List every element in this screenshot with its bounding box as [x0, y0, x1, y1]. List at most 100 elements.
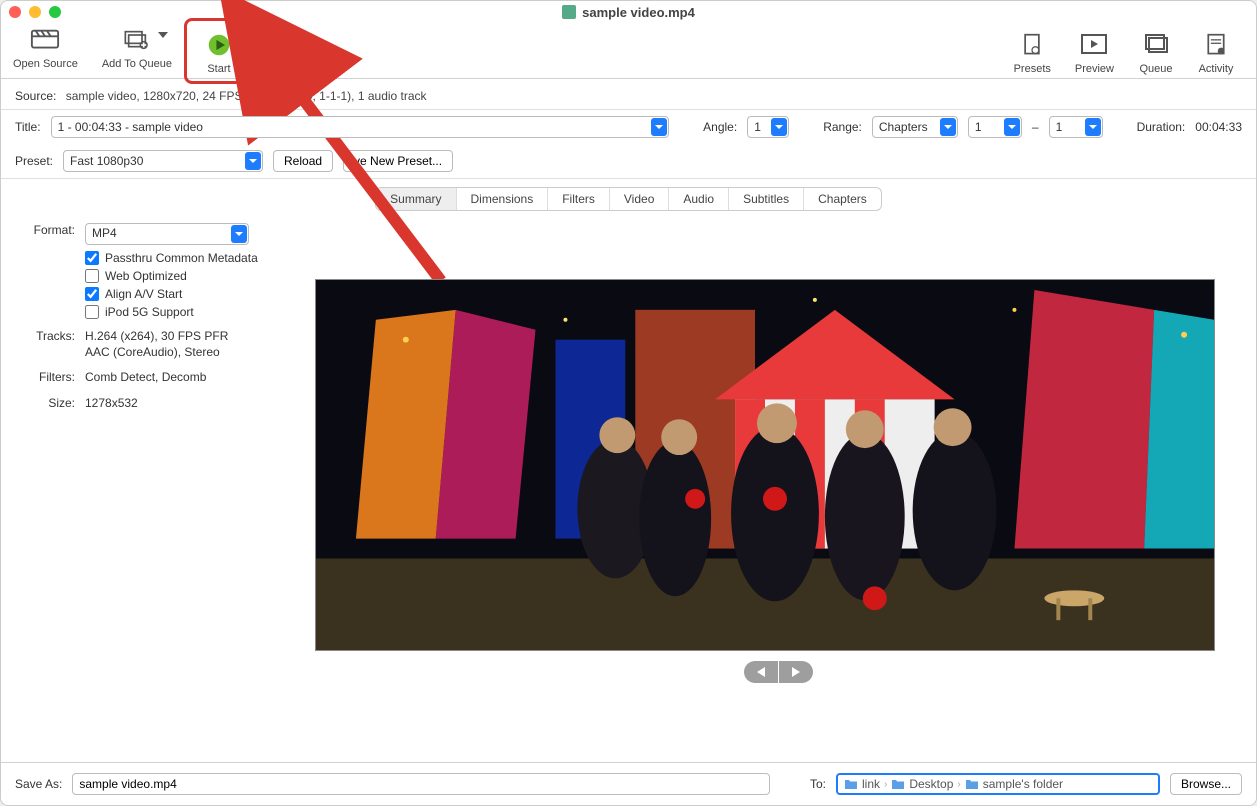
preset-select[interactable]: Fast 1080p30	[63, 150, 263, 172]
web-optimized-checkbox[interactable]: Web Optimized	[85, 269, 285, 283]
folder-icon	[891, 778, 905, 790]
tracks-label: Tracks:	[15, 329, 75, 360]
chevron-updown-icon	[771, 118, 787, 136]
chevron-updown-icon	[1004, 118, 1020, 136]
tab-audio[interactable]: Audio	[669, 188, 729, 210]
range-dash: –	[1032, 120, 1039, 134]
window-title: sample video.mp4	[1, 5, 1256, 20]
images-plus-icon	[119, 26, 155, 54]
title-label: Title:	[15, 120, 41, 134]
activity-button[interactable]: Activity	[1186, 23, 1246, 79]
tab-dimensions[interactable]: Dimensions	[457, 188, 549, 210]
queue-button[interactable]: Queue	[1126, 23, 1186, 79]
web-optimized-label: Web Optimized	[105, 269, 187, 283]
title-select-value: 1 - 00:04:33 - sample video	[58, 120, 203, 134]
log-icon	[1198, 31, 1234, 59]
format-value: MP4	[92, 226, 117, 242]
title-select[interactable]: 1 - 00:04:33 - sample video	[51, 116, 670, 138]
path-seg-1: Desktop	[909, 777, 953, 791]
title-row: Title: 1 - 00:04:33 - sample video Angle…	[1, 110, 1256, 144]
pause-button[interactable]: ause	[254, 18, 314, 74]
open-source-button[interactable]: Open Source	[1, 18, 90, 74]
passthru-label: Passthru Common Metadata	[105, 251, 258, 265]
main-content: Format: MP4 Passthru Common Metadata Web…	[1, 219, 1256, 687]
presets-label: Presets	[1014, 63, 1051, 75]
preset-row: Preset: Fast 1080p30 Reload ve New Prese…	[1, 144, 1256, 179]
preview-nav	[315, 661, 1242, 683]
tab-video[interactable]: Video	[610, 188, 669, 210]
filters-value: Comb Detect, Decomb	[85, 370, 285, 386]
folder-icon	[844, 778, 858, 790]
clapperboard-icon	[27, 26, 63, 54]
preset-value: Fast 1080p30	[70, 154, 143, 168]
video-preview	[315, 279, 1215, 651]
chevron-updown-icon	[940, 118, 956, 136]
ipod-checkbox[interactable]: iPod 5G Support	[85, 305, 285, 319]
start-button[interactable]: Start	[189, 23, 249, 79]
tab-summary[interactable]: Summary	[376, 188, 456, 210]
size-value: 1278x532	[85, 396, 285, 412]
filters-label: Filters:	[15, 370, 75, 386]
tab-filters[interactable]: Filters	[548, 188, 610, 210]
angle-select[interactable]: 1	[747, 116, 789, 138]
duration-label: Duration:	[1137, 120, 1186, 134]
stack-icon	[1138, 31, 1174, 59]
range-label: Range:	[823, 120, 862, 134]
align-av-checkbox[interactable]: Align A/V Start	[85, 287, 285, 301]
footer: Save As: To: link › Desktop › sample's f…	[1, 762, 1256, 805]
chevron-down-icon[interactable]	[158, 32, 188, 59]
format-select[interactable]: MP4	[85, 223, 249, 245]
range-to-value: 1	[1056, 120, 1063, 134]
title-bar: sample video.mp4	[1, 1, 1256, 23]
activity-label: Activity	[1199, 63, 1234, 75]
preview-next-button[interactable]	[779, 661, 813, 683]
browse-button[interactable]: Browse...	[1170, 773, 1242, 795]
ipod-input[interactable]	[85, 305, 99, 319]
tabs-container: Summary Dimensions Filters Video Audio S…	[1, 179, 1256, 219]
tracks-value: H.264 (x264), 30 FPS PFR AAC (CoreAudio)…	[85, 329, 285, 360]
tab-chapters[interactable]: Chapters	[804, 188, 881, 210]
chevron-updown-icon	[245, 152, 261, 170]
add-to-queue-label: Add To Queue	[102, 58, 172, 70]
web-optimized-input[interactable]	[85, 269, 99, 283]
queue-label: Queue	[1139, 63, 1172, 75]
open-source-label: Open Source	[13, 58, 78, 70]
folder-icon	[965, 778, 979, 790]
to-label: To:	[810, 777, 826, 791]
pause-icon	[266, 26, 302, 54]
chevron-updown-icon	[231, 225, 247, 243]
reload-preset-button[interactable]: Reload	[273, 150, 333, 172]
preview-button[interactable]: Preview	[1063, 23, 1126, 79]
path-seg-2: sample's folder	[983, 777, 1063, 791]
chevron-updown-icon	[1085, 118, 1101, 136]
duration-value: 00:04:33	[1195, 120, 1242, 134]
destination-path[interactable]: link › Desktop › sample's folder	[836, 773, 1160, 795]
range-mode-value: Chapters	[879, 120, 928, 134]
preview-label: Preview	[1075, 63, 1114, 75]
file-type-icon	[562, 5, 576, 19]
range-mode-select[interactable]: Chapters	[872, 116, 958, 138]
save-new-preset-button[interactable]: ve New Preset...	[343, 150, 453, 172]
tab-subtitles[interactable]: Subtitles	[729, 188, 804, 210]
passthru-checkbox[interactable]: Passthru Common Metadata	[85, 251, 285, 265]
start-label: Start	[207, 63, 230, 75]
path-seg-0: link	[862, 777, 880, 791]
film-play-icon	[1076, 31, 1112, 59]
range-from-select[interactable]: 1	[968, 116, 1022, 138]
chevron-right-icon: ›	[884, 779, 887, 790]
range-to-select[interactable]: 1	[1049, 116, 1103, 138]
save-as-label: Save As:	[15, 777, 62, 791]
preview-prev-button[interactable]	[744, 661, 778, 683]
align-av-label: Align A/V Start	[105, 287, 182, 301]
source-value: sample video, 1280x720, 24 FPS, SDR (8-b…	[66, 89, 427, 103]
passthru-input[interactable]	[85, 251, 99, 265]
presets-button[interactable]: Presets	[1002, 23, 1063, 79]
save-as-input[interactable]	[72, 773, 770, 795]
pause-label: ause	[272, 58, 296, 70]
source-row: Source: sample video, 1280x720, 24 FPS, …	[1, 79, 1256, 110]
add-to-queue-button[interactable]: Add To Queue	[90, 18, 184, 74]
angle-value: 1	[754, 120, 761, 134]
format-label: Format:	[15, 223, 75, 245]
document-gear-icon	[1014, 31, 1050, 59]
align-av-input[interactable]	[85, 287, 99, 301]
